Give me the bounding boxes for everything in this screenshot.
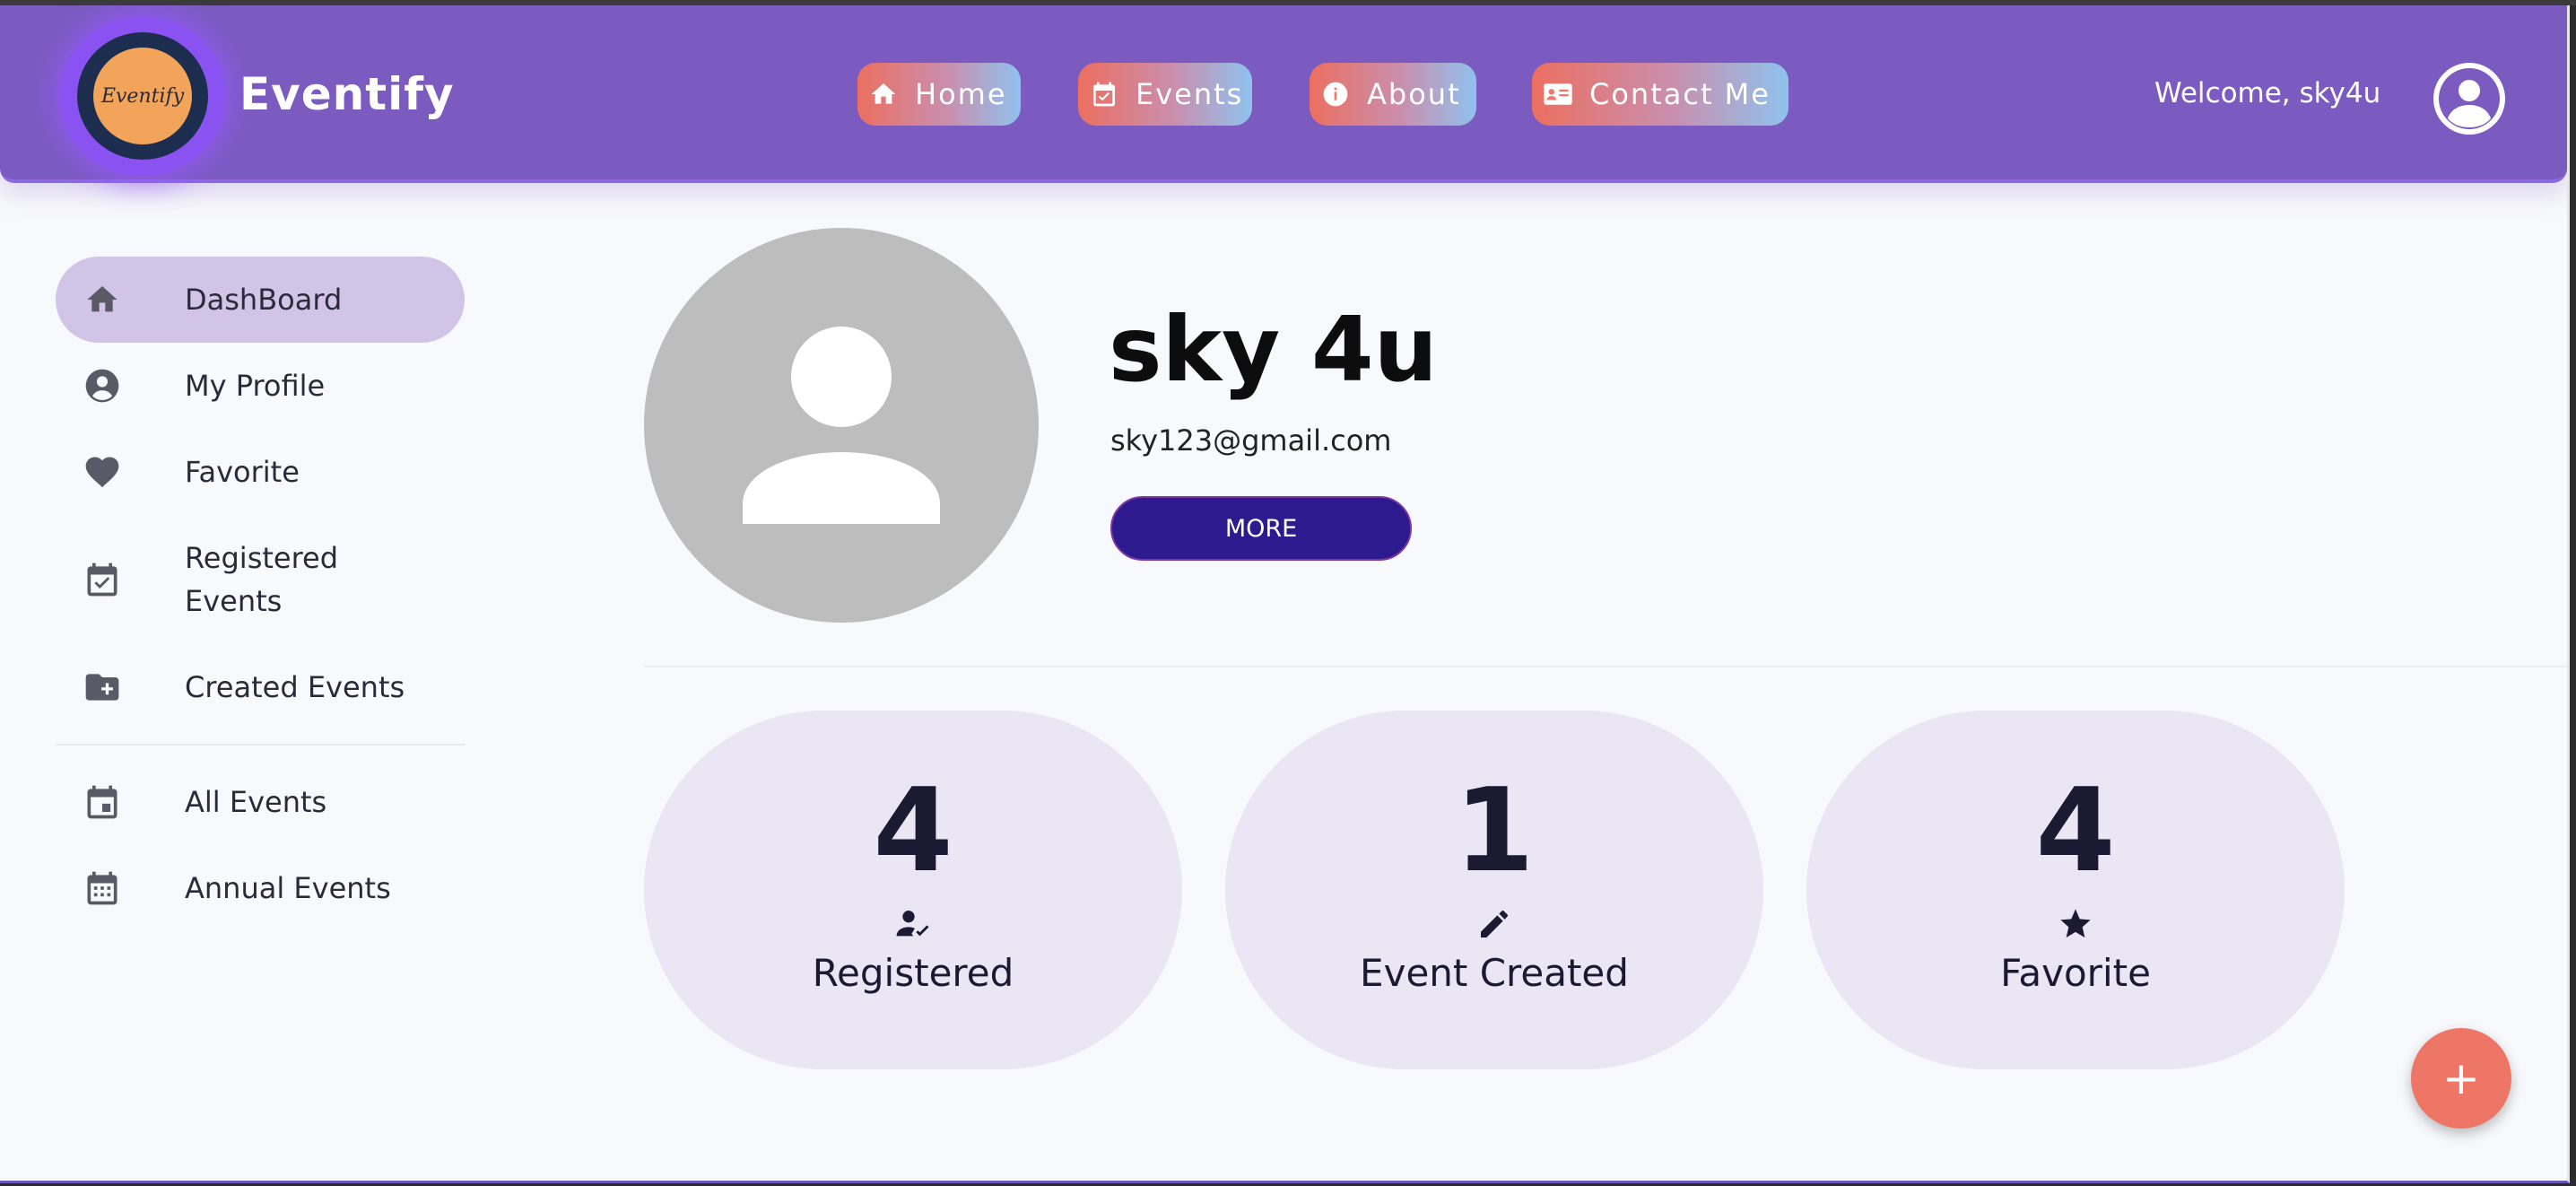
- user-avatar-button[interactable]: [2433, 63, 2505, 135]
- pencil-icon: [1476, 906, 1512, 942]
- nav-label: About: [1367, 77, 1461, 111]
- sidebar-item-created-events[interactable]: Created Events: [56, 644, 465, 730]
- brand-name[interactable]: Eventify: [239, 68, 455, 120]
- sidebar-item-favorite[interactable]: Favorite: [56, 429, 465, 515]
- sidebar-divider: [56, 744, 465, 746]
- sidebar-item-my-profile[interactable]: My Profile: [56, 343, 465, 429]
- sidebar-item-label: Registered Events: [185, 541, 339, 618]
- nav-label: Contact Me: [1589, 77, 1771, 111]
- calendar-check-icon: [83, 560, 122, 599]
- nav-about[interactable]: About: [1310, 63, 1476, 126]
- sidebar-item-label: DashBoard: [185, 283, 343, 317]
- user-check-icon: [895, 906, 931, 942]
- home-icon: [83, 280, 122, 319]
- heart-icon: [83, 452, 122, 492]
- nav-events[interactable]: Events: [1078, 63, 1252, 126]
- calendar-month-icon: [83, 868, 122, 908]
- stat-value: 4: [873, 764, 953, 898]
- logo[interactable]: Eventify: [93, 48, 192, 144]
- top-navbar: Eventify Eventify Home Events About Cont…: [0, 5, 2567, 183]
- stat-label: Registered: [812, 951, 1014, 995]
- welcome-text: Welcome, sky4u: [2154, 77, 2381, 109]
- profile-email: sky123@gmail.com: [1110, 423, 1392, 458]
- sidebar-item-label: Created Events: [185, 670, 405, 704]
- stat-label: Favorite: [2000, 951, 2151, 995]
- profile-avatar: [644, 228, 1039, 623]
- home-icon: [868, 79, 899, 109]
- user-icon: [2435, 65, 2503, 133]
- app-window: Eventify Eventify Home Events About Cont…: [0, 0, 2570, 1183]
- nav-home[interactable]: Home: [857, 63, 1021, 126]
- stat-value: 1: [1454, 764, 1535, 898]
- section-divider: [644, 666, 2567, 667]
- sidebar-item-all-events[interactable]: All Events: [56, 759, 465, 845]
- sidebar-item-label: Annual Events: [185, 871, 391, 905]
- calendar-icon: [83, 782, 122, 822]
- stat-card-favorite[interactable]: 4 Favorite: [1806, 711, 2345, 1069]
- nav-contact[interactable]: Contact Me: [1532, 63, 1788, 126]
- star-icon: [2058, 906, 2093, 942]
- sidebar-item-registered-events[interactable]: Registered Events: [56, 515, 465, 644]
- stat-label: Event Created: [1360, 951, 1629, 995]
- nav-label: Events: [1136, 77, 1244, 111]
- person-placeholder-icon: [743, 327, 940, 524]
- sidebar-item-label: All Events: [185, 785, 327, 819]
- more-button[interactable]: MORE: [1110, 496, 1412, 561]
- stat-card-registered[interactable]: 4 Registered: [644, 711, 1182, 1069]
- stat-value: 4: [2035, 764, 2116, 898]
- sidebar-item-label: Favorite: [185, 455, 300, 489]
- profile-name: sky 4u: [1109, 297, 1438, 402]
- info-icon: [1320, 79, 1351, 109]
- stat-card-event-created[interactable]: 1 Event Created: [1225, 711, 1763, 1069]
- sidebar-item-annual-events[interactable]: Annual Events: [56, 845, 465, 931]
- calendar-check-icon: [1089, 79, 1119, 109]
- account-circle-icon: [83, 366, 122, 406]
- sidebar-item-label: My Profile: [185, 369, 326, 403]
- folder-plus-icon: [83, 667, 122, 707]
- sidebar-item-dashboard[interactable]: DashBoard: [56, 257, 465, 343]
- add-fab-button[interactable]: +: [2411, 1028, 2511, 1129]
- contact-card-icon: [1543, 79, 1573, 109]
- nav-label: Home: [915, 77, 1007, 111]
